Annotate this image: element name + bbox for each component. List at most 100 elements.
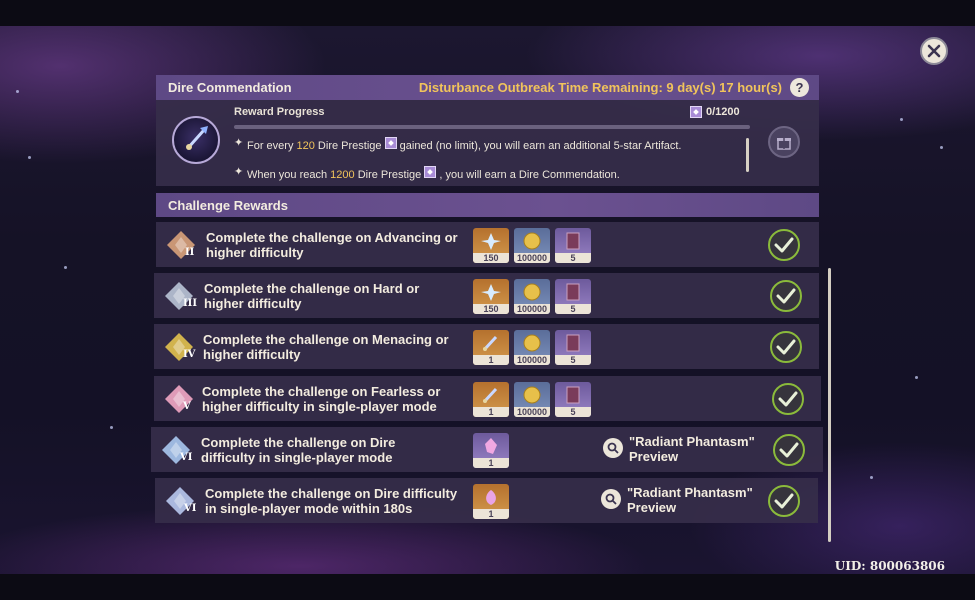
- challenge-description: Complete the challenge on Fearless or hig…: [202, 384, 441, 414]
- phantasm-flower-icon: [486, 490, 496, 505]
- challenge-rewards-header: Challenge Rewards: [156, 193, 819, 217]
- magnifier-icon: [601, 489, 621, 509]
- completed-check-icon: [773, 434, 805, 466]
- primogem-icon: [481, 284, 501, 301]
- difficulty-badge-icon: III: [162, 280, 198, 312]
- challenge-row: VI Complete the challenge on Dire difficu…: [155, 478, 818, 523]
- mora-icon: [523, 386, 541, 404]
- radiant-phantasm-preview-link[interactable]: "Radiant Phantasm" Preview: [603, 434, 755, 464]
- dire-prestige-icon: [690, 106, 702, 118]
- completed-check-icon: [768, 485, 800, 517]
- weapon-icon: [482, 387, 498, 404]
- hero-wit-icon: [566, 334, 580, 352]
- star-particle: [940, 146, 943, 149]
- completed-check-icon: [768, 229, 800, 261]
- section-title: Challenge Rewards: [168, 197, 288, 213]
- sparkle-icon: ✦: [234, 166, 244, 178]
- weapon-icon: [482, 335, 498, 352]
- star-particle: [900, 118, 903, 121]
- difficulty-badge-icon: VI: [159, 434, 193, 466]
- reward-item[interactable]: 5: [555, 228, 591, 263]
- reward-item[interactable]: 5: [555, 330, 591, 365]
- sparkle-icon: ✦: [234, 137, 244, 149]
- challenge-row: III Complete the challenge on Hard or high…: [154, 273, 819, 318]
- reward-progress-label: Reward Progress: [234, 106, 325, 118]
- reward-quantity: 100000: [514, 253, 550, 263]
- commendation-rule-1: ✦ For every 120 Dire Prestige gained (no…: [234, 137, 682, 152]
- reward-quantity: 100000: [514, 304, 550, 314]
- difficulty-badge-icon: V: [162, 383, 196, 415]
- reward-item[interactable]: 150: [473, 228, 509, 263]
- reward-item[interactable]: 1: [473, 330, 509, 365]
- reward-quantity: 5: [555, 407, 591, 417]
- phantasm-icon: [485, 438, 497, 454]
- progress-count-text: 0/1200: [706, 106, 740, 118]
- challenge-row: V Complete the challenge on Fearless or hi…: [154, 376, 821, 421]
- commendation-gift-button[interactable]: [768, 126, 800, 158]
- completed-check-icon: [772, 383, 804, 415]
- challenge-description: Complete the challenge on Hard or higher …: [204, 281, 420, 311]
- completed-check-icon: [770, 280, 802, 312]
- reward-progress-bar: [234, 125, 750, 129]
- close-icon: [927, 44, 941, 58]
- hero-wit-icon: [566, 386, 580, 404]
- challenge-description: Complete the challenge on Dire difficult…: [205, 486, 458, 516]
- star-particle: [16, 90, 19, 93]
- hero-wit-icon: [566, 232, 580, 250]
- star-particle: [870, 476, 873, 479]
- reward-quantity: 150: [473, 304, 509, 314]
- mora-icon: [523, 232, 541, 250]
- difficulty-badge-label: II: [185, 247, 195, 258]
- reward-quantity: 5: [555, 355, 591, 365]
- reward-item[interactable]: 100000: [514, 228, 550, 263]
- radiant-phantasm-preview-link[interactable]: "Radiant Phantasm" Preview: [601, 485, 753, 515]
- reward-item[interactable]: 150: [473, 279, 509, 314]
- reward-quantity: 1: [473, 458, 509, 468]
- star-particle: [28, 156, 31, 159]
- reward-item[interactable]: 5: [555, 279, 591, 314]
- reward-progress-count: 0/1200: [690, 106, 740, 118]
- mora-icon: [523, 283, 541, 301]
- reward-item[interactable]: 100000: [514, 279, 550, 314]
- rewards-scrollbar[interactable]: [828, 268, 831, 542]
- reward-item[interactable]: 100000: [514, 330, 550, 365]
- reward-quantity: 150: [473, 253, 509, 263]
- rules-scrollbar[interactable]: [746, 138, 749, 172]
- primogem-icon: [481, 233, 501, 250]
- dire-prestige-icon: [424, 166, 437, 178]
- preview-label: "Radiant Phantasm" Preview: [629, 434, 755, 464]
- mora-icon: [523, 334, 541, 352]
- reward-item[interactable]: 1: [473, 484, 509, 519]
- preview-label: "Radiant Phantasm" Preview: [627, 485, 753, 515]
- reward-item[interactable]: 1: [473, 382, 509, 417]
- difficulty-badge-label: VI: [184, 503, 197, 514]
- reward-item[interactable]: 5: [555, 382, 591, 417]
- challenge-description: Complete the challenge on Advancing or hi…: [206, 230, 458, 260]
- help-icon[interactable]: ?: [790, 78, 809, 97]
- gift-icon: [777, 138, 791, 150]
- difficulty-badge-label: IV: [183, 349, 196, 360]
- difficulty-badge-icon: IV: [162, 331, 196, 363]
- outbreak-timer: Disturbance Outbreak Time Remaining: 9 d…: [418, 80, 782, 95]
- reward-quantity: 100000: [514, 355, 550, 365]
- reward-quantity: 1: [473, 509, 509, 519]
- dire-commendation-header: Dire Commendation Disturbance Outbreak T…: [156, 75, 819, 100]
- reward-quantity: 1: [473, 355, 509, 365]
- commendation-panel: Reward Progress 0/1200 ✦ For every 120 D…: [156, 100, 819, 186]
- difficulty-badge-label: V: [183, 401, 191, 412]
- reward-item[interactable]: 100000: [514, 382, 550, 417]
- difficulty-badge-icon: II: [164, 229, 198, 261]
- reward-quantity: 1: [473, 407, 509, 417]
- reward-quantity: 5: [555, 304, 591, 314]
- challenge-row: II Complete the challenge on Advancing or…: [156, 222, 819, 267]
- dire-prestige-icon: [384, 137, 397, 149]
- hero-wit-icon: [566, 283, 580, 301]
- close-button[interactable]: [920, 37, 948, 65]
- reward-item[interactable]: 1: [473, 433, 509, 468]
- star-particle: [915, 376, 918, 379]
- reward-quantity: 5: [555, 253, 591, 263]
- uid-label: UID: 800063806: [834, 559, 945, 573]
- difficulty-badge-label: VI: [180, 452, 193, 463]
- difficulty-badge-label: III: [183, 298, 198, 309]
- star-particle: [64, 266, 67, 269]
